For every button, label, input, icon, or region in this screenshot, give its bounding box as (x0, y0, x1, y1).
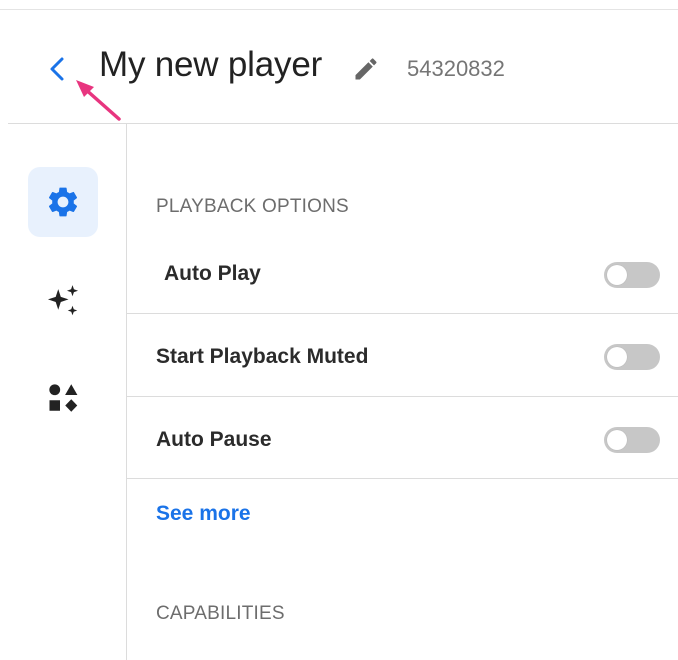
auto-play-toggle[interactable] (604, 262, 660, 288)
row-divider (127, 313, 678, 314)
chevron-left-icon (50, 57, 64, 81)
option-row-auto-play: Auto Play (127, 250, 678, 314)
auto-pause-toggle[interactable] (604, 427, 660, 453)
page-header: My new player 54320832 (0, 10, 678, 123)
gear-icon (48, 187, 78, 217)
option-row-auto-pause: Auto Pause (127, 416, 678, 479)
row-divider (127, 478, 678, 479)
sidebar-item-plugins[interactable] (28, 363, 98, 433)
page-title: My new player (99, 45, 323, 84)
option-label: Start Playback Muted (156, 345, 369, 368)
pencil-icon (355, 58, 377, 80)
option-row-start-playback-muted: Start Playback Muted (127, 333, 678, 397)
edit-title-button[interactable] (351, 54, 381, 84)
option-label: Auto Play (164, 262, 261, 285)
option-label: Auto Pause (156, 428, 272, 451)
toggle-knob (607, 430, 627, 450)
player-id: 54320832 (407, 56, 505, 81)
toggle-knob (607, 347, 627, 367)
see-more-link[interactable]: See more (156, 501, 251, 527)
back-button[interactable] (44, 56, 70, 82)
toggle-knob (607, 265, 627, 285)
row-divider (127, 396, 678, 397)
sidebar-item-ai-features[interactable] (28, 266, 98, 336)
header-divider (8, 123, 678, 124)
section-title-capabilities: CAPABILITIES (156, 603, 285, 624)
shapes-icon (49, 384, 78, 412)
section-title-playback-options: PLAYBACK OPTIONS (156, 196, 349, 217)
sidebar-item-settings[interactable] (28, 167, 98, 237)
start-playback-muted-toggle[interactable] (604, 344, 660, 370)
sparkles-icon (47, 285, 79, 316)
